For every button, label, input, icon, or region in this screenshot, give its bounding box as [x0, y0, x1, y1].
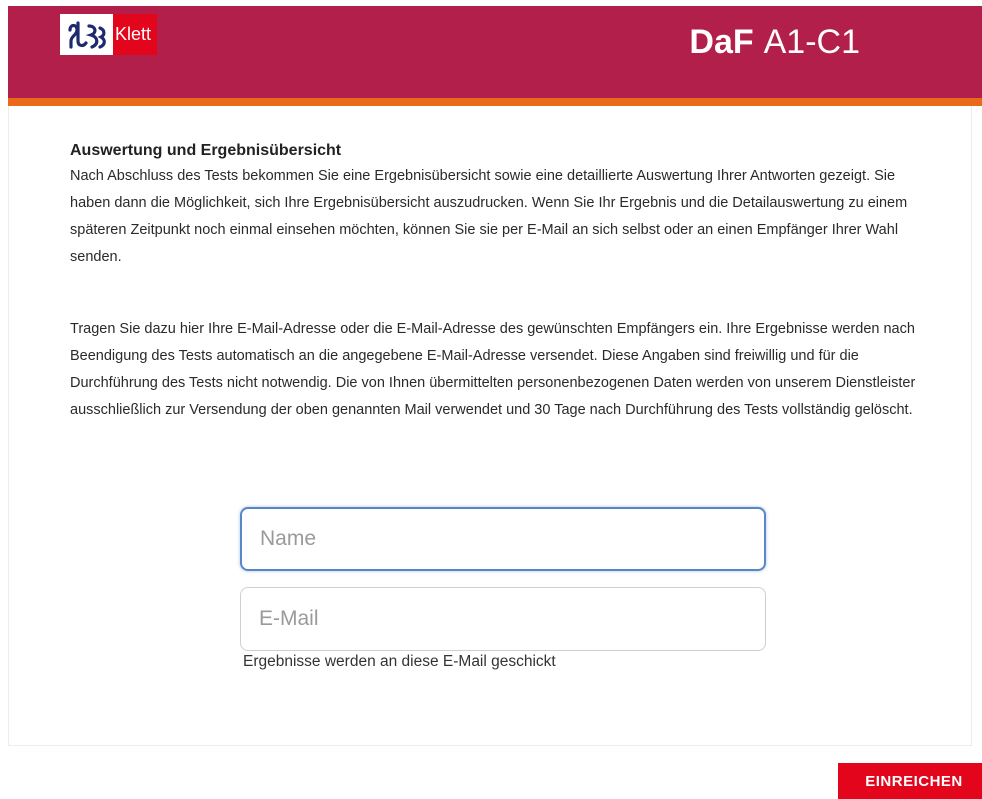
product-level: A1-C1 — [763, 23, 860, 61]
brand-name: Klett — [113, 14, 158, 55]
section-heading: Auswertung und Ergebnisübersicht — [70, 142, 342, 159]
name-field[interactable] — [240, 507, 766, 571]
email-field[interactable] — [240, 587, 766, 651]
submit-button[interactable]: EINREICHEN — [838, 763, 982, 799]
header-accent-stripe — [8, 98, 982, 106]
info-paragraph-email: Tragen Sie dazu hier Ihre E-Mail-Adresse… — [70, 321, 916, 418]
klett-emblem-icon — [60, 14, 113, 55]
email-hint: Ergebnisse werden an diese E-Mail geschi… — [243, 653, 556, 670]
product-name: DaF — [689, 23, 754, 61]
product-title: DaF A1-C1 — [689, 22, 860, 62]
info-paragraph-results: Nach Abschluss des Tests bekommen Sie ei… — [70, 168, 908, 265]
klett-logo[interactable]: Klett — [60, 14, 158, 55]
